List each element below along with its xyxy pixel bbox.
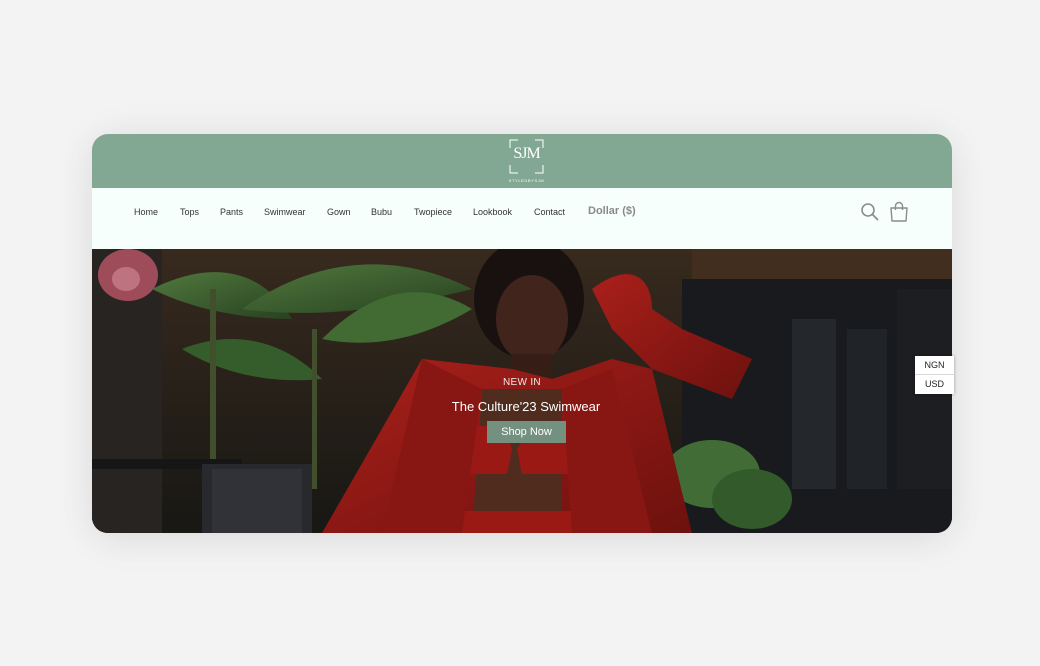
main-nav: Home Tops Pants Swimwear Gown Bubu Twopi… — [92, 188, 952, 249]
nav-item-bubu[interactable]: Bubu — [371, 207, 392, 217]
top-banner: SJM STYLEDBYSJM — [92, 134, 952, 188]
hero-banner: NEW IN The Culture'23 Swimwear Shop Now — [92, 249, 952, 533]
nav-item-home[interactable]: Home — [134, 207, 158, 217]
nav-item-contact[interactable]: Contact — [534, 207, 565, 217]
hero-title: The Culture'23 Swimwear — [451, 399, 601, 414]
currency-menu[interactable]: Dollar ($) — [588, 205, 636, 217]
nav-item-pants[interactable]: Pants — [220, 207, 243, 217]
browser-window: SJM STYLEDBYSJM Home Tops Pants Swimwear… — [92, 134, 952, 533]
nav-item-gown[interactable]: Gown — [327, 207, 351, 217]
nav-item-twopiece[interactable]: Twopiece — [414, 207, 452, 217]
brand-logo[interactable]: SJM STYLEDBYSJM — [508, 138, 545, 186]
shopping-bag-icon[interactable] — [888, 201, 910, 223]
nav-item-lookbook[interactable]: Lookbook — [473, 207, 512, 217]
currency-option-ngn[interactable]: NGN — [915, 356, 954, 375]
hero-eyebrow: NEW IN — [503, 377, 541, 388]
page: SJM STYLEDBYSJM Home Tops Pants Swimwear… — [0, 0, 1040, 666]
logo-subtext: STYLEDBYSJM — [508, 178, 545, 183]
nav-item-tops[interactable]: Tops — [180, 207, 199, 217]
currency-option-usd[interactable]: USD — [915, 375, 954, 394]
search-icon[interactable] — [859, 201, 881, 223]
nav-item-swimwear[interactable]: Swimwear — [264, 207, 306, 217]
logo-mark: SJM — [513, 145, 540, 162]
currency-switcher: NGN USD — [915, 356, 954, 394]
shop-now-button[interactable]: Shop Now — [487, 421, 566, 443]
hero-shade — [92, 249, 952, 533]
